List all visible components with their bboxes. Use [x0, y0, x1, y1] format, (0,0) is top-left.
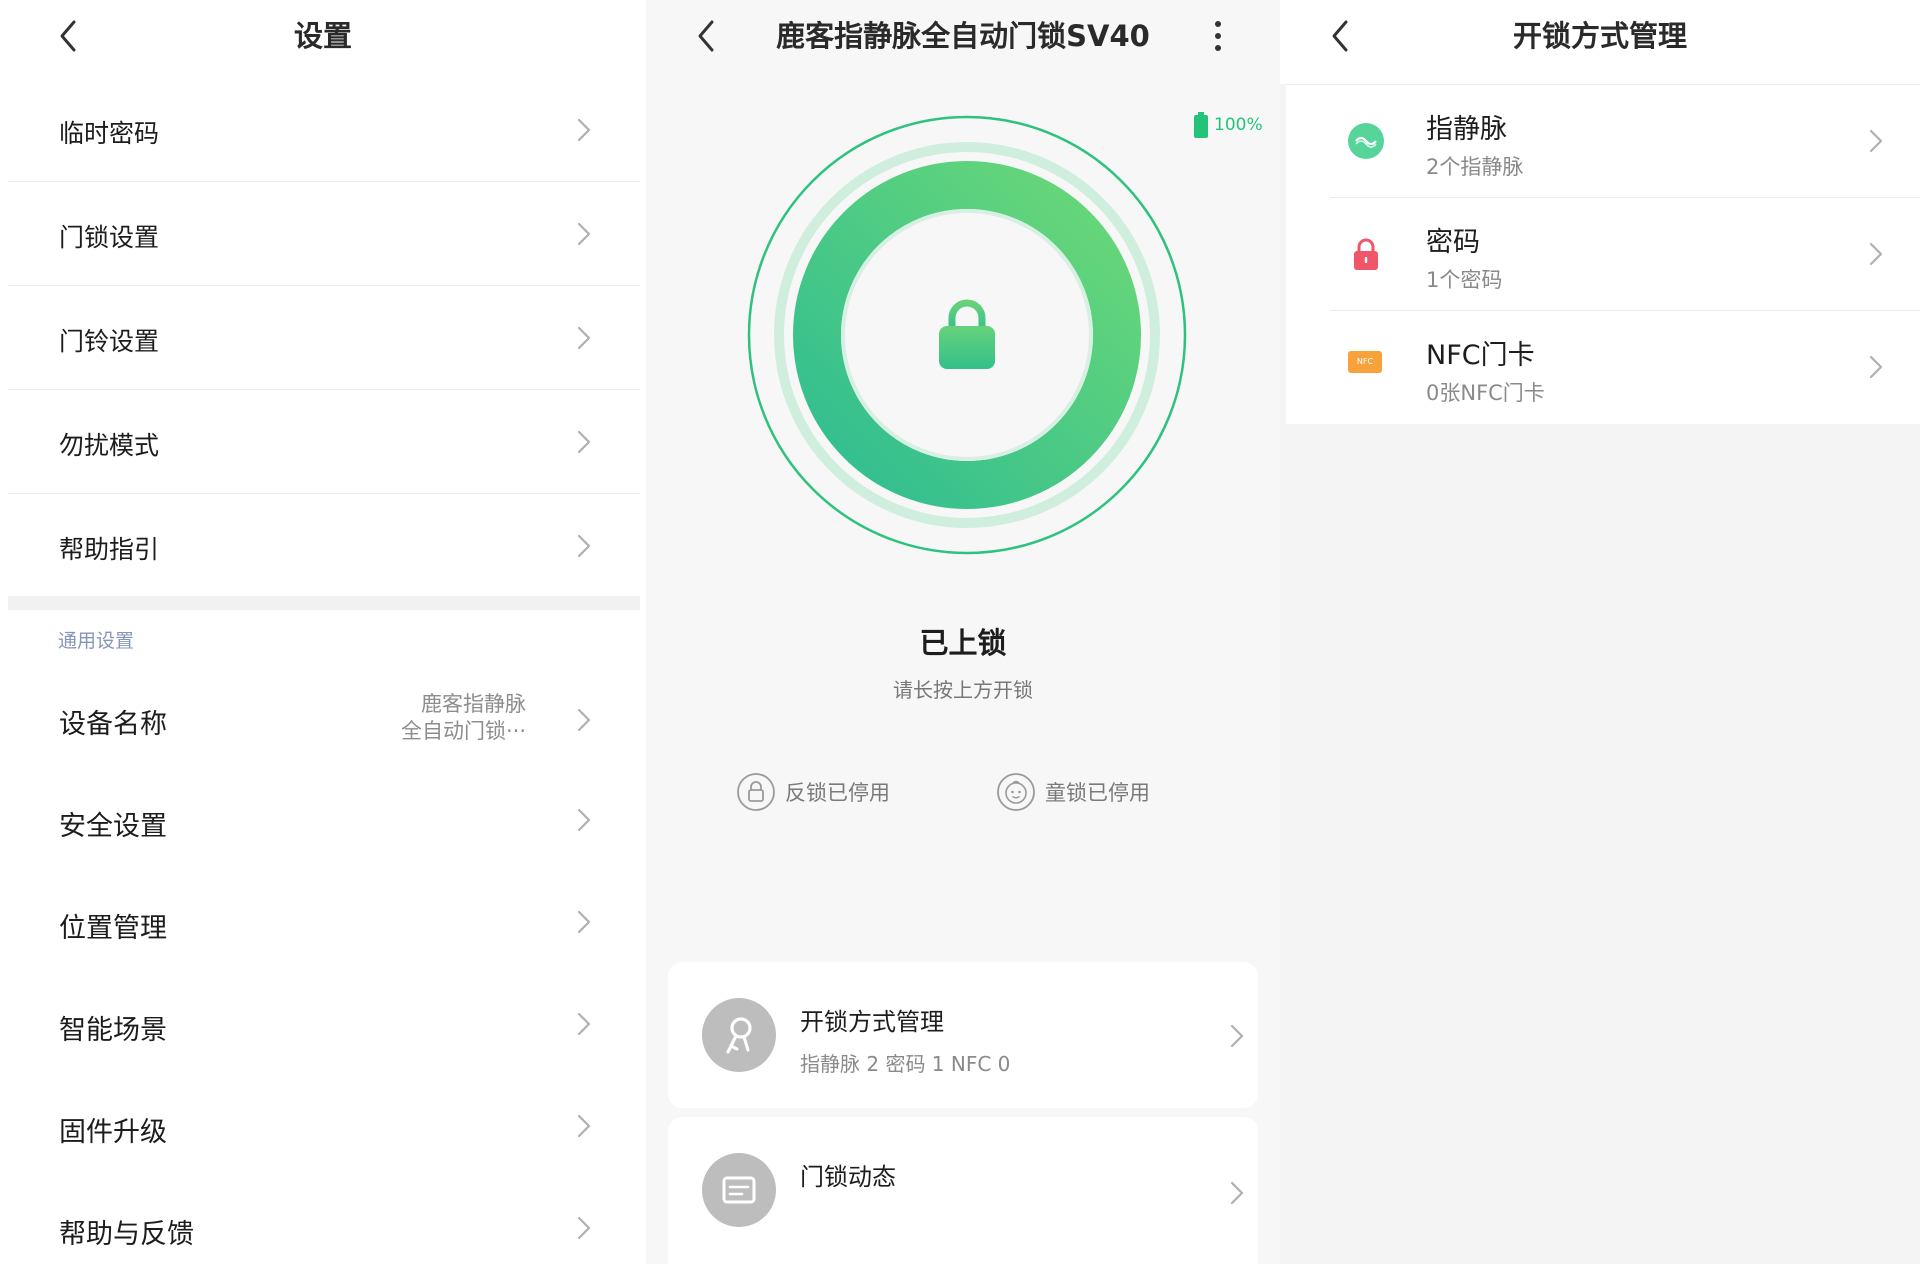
childlock-status[interactable]: 童锁已停用 [996, 772, 1150, 812]
chevron-right-icon [577, 326, 591, 350]
method-row-nfc[interactable]: NFC NFC门卡 0张NFC门卡 [1286, 311, 1920, 423]
unlock-hint: 请长按上方开锁 [893, 678, 1033, 702]
chevron-right-icon [1869, 242, 1883, 266]
chevron-right-icon [577, 222, 591, 246]
menu-item-location[interactable]: 位置管理 [8, 872, 640, 974]
menu-item-do-not-disturb[interactable]: 勿扰模式 [8, 390, 640, 494]
method-count: 1个密码 [1426, 268, 1503, 292]
menu-item-label: 设备名称 [59, 709, 167, 740]
card-unlock-methods[interactable]: 开锁方式管理 指静脉 2 密码 1 NFC 0 [668, 962, 1258, 1108]
deadlock-label: 反锁已停用 [785, 781, 890, 805]
menu-item-label: 门铃设置 [59, 327, 160, 356]
method-title: 密码 [1426, 227, 1480, 258]
card-icon-bg [702, 1153, 776, 1227]
menu-item-doorbell-settings[interactable]: 门铃设置 [8, 286, 640, 390]
method-title: 指静脉 [1426, 114, 1507, 145]
settings-header: 设置 [0, 0, 646, 74]
unlock-methods-header: 开锁方式管理 [1280, 0, 1920, 84]
chevron-right-icon [1230, 1024, 1244, 1048]
card-subtitle: 指静脉 2 密码 1 NFC 0 [800, 1052, 1011, 1076]
unlock-method-list: 指静脉 2个指静脉 密码 1个密码 NFC NFC门卡 0张NFC门卡 [1286, 84, 1920, 424]
menu-item-label: 固件升级 [59, 1117, 167, 1148]
log-icon [722, 1176, 756, 1204]
menu-item-label: 帮助指引 [59, 535, 160, 564]
menu-item-label: 临时密码 [59, 119, 160, 148]
chevron-right-icon [577, 708, 591, 732]
childlock-label: 童锁已停用 [1045, 781, 1150, 805]
section-label: 通用设置 [58, 630, 135, 652]
card-icon-bg [702, 998, 776, 1072]
chevron-right-icon [577, 430, 591, 454]
menu-item-label: 位置管理 [59, 913, 167, 944]
battery-level: 100% [1214, 115, 1263, 135]
unlock-methods-screen: 开锁方式管理 指静脉 2个指静脉 密码 1个密码 NFC NFC门卡 0张NFC… [1280, 0, 1920, 1264]
nfc-card-icon: NFC [1348, 351, 1382, 373]
card-title: 门锁动态 [800, 1163, 896, 1191]
child-face-icon [997, 773, 1035, 811]
chevron-right-icon [1869, 129, 1883, 153]
menu-item-label: 勿扰模式 [59, 431, 160, 460]
vein-icon [1348, 123, 1384, 159]
unlock-ring-button[interactable] [744, 112, 1190, 558]
chevron-right-icon [1869, 355, 1883, 379]
page-title: 鹿客指静脉全自动门锁SV40 [776, 19, 1150, 53]
menu-item-label: 智能场景 [59, 1015, 167, 1046]
method-row-password[interactable]: 密码 1个密码 [1286, 198, 1920, 310]
menu-item-label: 帮助与反馈 [59, 1219, 194, 1250]
device-name-value: 鹿客指静脉 全自动门锁··· [400, 692, 526, 743]
menu-item-firmware-upgrade[interactable]: 固件升级 [8, 1076, 640, 1178]
card-lock-activity[interactable]: 门锁动态 [668, 1117, 1258, 1264]
method-title: NFC门卡 [1426, 340, 1535, 371]
deadlock-status[interactable]: 反锁已停用 [736, 772, 890, 812]
page-title: 设置 [293, 19, 352, 53]
lock-icon [1354, 238, 1378, 270]
menu-item-temp-password[interactable]: 临时密码 [8, 78, 640, 182]
more-options-icon[interactable] [1196, 14, 1240, 58]
chevron-right-icon [577, 534, 591, 558]
method-count: 0张NFC门卡 [1426, 381, 1545, 405]
battery-icon [1194, 112, 1208, 138]
key-icon [726, 1017, 752, 1054]
chevron-right-icon [577, 1216, 591, 1240]
menu-item-lock-settings[interactable]: 门锁设置 [8, 182, 640, 286]
section-divider [8, 596, 640, 610]
menu-item-label: 安全设置 [59, 811, 167, 842]
deadlock-icon [737, 773, 775, 811]
device-screen: 鹿客指静脉全自动门锁SV40 100% 已上锁 请长按上方开锁 反锁已停用 童锁… [646, 0, 1280, 1264]
menu-item-help-guide[interactable]: 帮助指引 [8, 494, 640, 596]
method-count: 2个指静脉 [1426, 155, 1524, 179]
menu-item-help-feedback[interactable]: 帮助与反馈 [8, 1178, 640, 1264]
chevron-right-icon [577, 910, 591, 934]
page-title: 开锁方式管理 [1512, 19, 1687, 53]
device-header: 鹿客指静脉全自动门锁SV40 [646, 0, 1280, 74]
settings-screen: 设置 临时密码 门锁设置 门铃设置 勿扰模式 帮助指引 通用设置 设备名称 鹿客… [0, 0, 646, 1264]
menu-item-device-name[interactable]: 设备名称 鹿客指静脉 全自动门锁··· [8, 668, 640, 770]
method-row-vein[interactable]: 指静脉 2个指静脉 [1286, 85, 1920, 197]
battery-indicator: 100% [1194, 112, 1263, 138]
chevron-right-icon [577, 1114, 591, 1138]
menu-item-security-settings[interactable]: 安全设置 [8, 770, 640, 872]
menu-item-label: 门锁设置 [59, 223, 160, 252]
menu-item-smart-scenes[interactable]: 智能场景 [8, 974, 640, 1076]
lock-status: 已上锁 [919, 626, 1007, 660]
chevron-right-icon [1230, 1181, 1244, 1205]
chevron-right-icon [577, 118, 591, 142]
chevron-right-icon [577, 1012, 591, 1036]
chevron-right-icon [577, 808, 591, 832]
card-title: 开锁方式管理 [800, 1008, 944, 1036]
